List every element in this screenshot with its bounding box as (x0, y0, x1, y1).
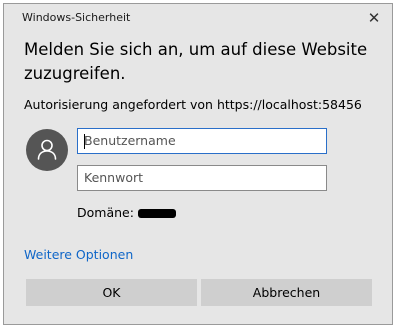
text-caret (84, 134, 85, 149)
ok-button[interactable]: OK (26, 279, 197, 306)
password-input[interactable]: Kennwort (77, 165, 327, 191)
domain-label: Domäne: (77, 205, 134, 220)
titlebar: Windows-Sicherheit ✕ (4, 4, 392, 31)
authorization-text: Autorisierung angefordert von https://lo… (24, 97, 362, 112)
username-input[interactable]: Benutzername (77, 128, 327, 154)
username-placeholder: Benutzername (84, 133, 176, 148)
domain-value-redacted (137, 209, 176, 218)
user-avatar-icon (26, 129, 68, 171)
close-icon[interactable]: ✕ (364, 8, 384, 28)
window-title: Windows-Sicherheit (22, 11, 131, 24)
cancel-button[interactable]: Abbrechen (201, 279, 372, 306)
domain-row: Domäne: (77, 205, 176, 220)
security-dialog: Windows-Sicherheit ✕ Melden Sie sich an,… (3, 3, 393, 325)
more-options-link[interactable]: Weitere Optionen (24, 247, 133, 262)
dialog-heading: Melden Sie sich an, um auf diese Website… (24, 40, 368, 83)
password-placeholder: Kennwort (84, 170, 144, 185)
